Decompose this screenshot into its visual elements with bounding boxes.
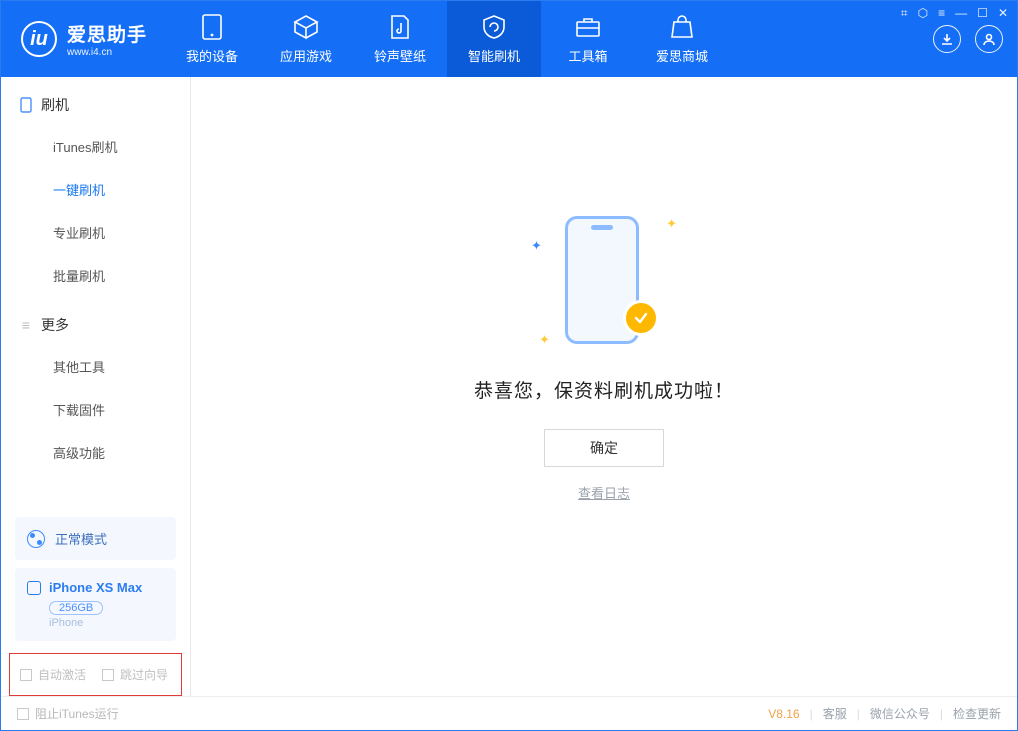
main-tabs: 我的设备 应用游戏 铃声壁纸 智能刷机 工具箱 爱思商城 [165, 1, 933, 77]
sparkle-icon: ✦ [539, 332, 550, 348]
logo-url: www.i4.cn [67, 47, 147, 58]
section-title: 更多 [41, 315, 69, 335]
tab-store[interactable]: 爱思商城 [635, 1, 729, 77]
tshirt-icon[interactable]: ⬡ [918, 6, 928, 21]
sidebar-item-oneclick-flash[interactable]: 一键刷机 [1, 168, 190, 211]
device-icon [199, 14, 225, 40]
minimize-icon[interactable]: — [955, 6, 967, 21]
tab-label: 爱思商城 [656, 46, 708, 65]
list-icon: ≡ [19, 318, 33, 332]
support-link[interactable]: 客服 [823, 705, 847, 722]
version-label: V8.16 [768, 707, 799, 721]
mode-icon [27, 530, 45, 548]
tab-my-device[interactable]: 我的设备 [165, 1, 259, 77]
logo-title: 爱思助手 [67, 20, 147, 47]
sidebar-section-flash: 刷机 [1, 95, 190, 125]
tab-label: 智能刷机 [468, 46, 520, 65]
cube-icon [293, 14, 319, 40]
view-log-link[interactable]: 查看日志 [578, 483, 630, 502]
footer: 阻止iTunes运行 V8.16 | 客服 | 微信公众号 | 检查更新 [1, 696, 1017, 730]
checkbox-label: 跳过向导 [120, 666, 168, 683]
sidebar-item-itunes-flash[interactable]: iTunes刷机 [1, 125, 190, 168]
download-icon[interactable] [933, 25, 961, 53]
bag-icon [669, 14, 695, 40]
tab-label: 我的设备 [186, 46, 238, 65]
checkbox-label: 自动激活 [38, 666, 86, 683]
sidebar-item-batch-flash[interactable]: 批量刷机 [1, 254, 190, 297]
shield-refresh-icon [481, 14, 507, 40]
sidebar-section-more: ≡ 更多 [1, 315, 190, 345]
music-file-icon [387, 14, 413, 40]
device-type: iPhone [49, 617, 164, 629]
device-storage-badge: 256GB [49, 601, 103, 615]
logo: iu 爱思助手 www.i4.cn [1, 1, 165, 77]
checkbox-block-itunes[interactable]: 阻止iTunes运行 [17, 705, 119, 722]
window-controls: ⌗ ⬡ ≡ — ☐ ✕ [901, 6, 1008, 21]
tab-smart-flash[interactable]: 智能刷机 [447, 1, 541, 77]
phone-small-icon [19, 98, 33, 112]
check-badge-icon [623, 300, 659, 336]
main-content: ✦ ✦ ✦ 恭喜您，保资料刷机成功啦！ 确定 查看日志 [191, 77, 1017, 696]
checkbox-skip-guide[interactable]: 跳过向导 [102, 666, 168, 683]
close-icon[interactable]: ✕ [998, 6, 1008, 21]
tab-toolbox[interactable]: 工具箱 [541, 1, 635, 77]
wechat-link[interactable]: 微信公众号 [870, 705, 930, 722]
tab-label: 铃声壁纸 [374, 46, 426, 65]
user-icon[interactable] [975, 25, 1003, 53]
sparkle-icon: ✦ [666, 216, 677, 232]
mode-card[interactable]: 正常模式 [15, 517, 176, 560]
tab-label: 工具箱 [569, 46, 608, 65]
mode-label: 正常模式 [55, 529, 107, 548]
device-name: iPhone XS Max [49, 580, 142, 595]
tab-ringtones-wallpapers[interactable]: 铃声壁纸 [353, 1, 447, 77]
success-message: 恭喜您，保资料刷机成功啦！ [474, 376, 734, 403]
menu-icon[interactable]: ≡ [938, 6, 945, 21]
tab-label: 应用游戏 [280, 46, 332, 65]
success-illustration: ✦ ✦ ✦ [549, 212, 659, 352]
logo-mark: iu [21, 21, 57, 57]
sidebar-item-pro-flash[interactable]: 专业刷机 [1, 211, 190, 254]
maximize-icon[interactable]: ☐ [977, 6, 988, 21]
ok-button[interactable]: 确定 [544, 429, 664, 467]
qr-icon[interactable]: ⌗ [901, 6, 908, 21]
sidebar-item-other-tools[interactable]: 其他工具 [1, 345, 190, 388]
checkbox-label: 阻止iTunes运行 [35, 705, 119, 722]
toolbox-icon [575, 14, 601, 40]
sparkle-icon: ✦ [531, 238, 542, 254]
tab-apps-games[interactable]: 应用游戏 [259, 1, 353, 77]
device-card[interactable]: iPhone XS Max 256GB iPhone [15, 568, 176, 641]
checkbox-auto-activate[interactable]: 自动激活 [20, 666, 86, 683]
device-small-icon [27, 581, 41, 595]
options-highlight-box: 自动激活 跳过向导 [9, 653, 182, 696]
check-update-link[interactable]: 检查更新 [953, 705, 1001, 722]
header: iu 爱思助手 www.i4.cn 我的设备 应用游戏 铃声壁纸 智能刷机 [1, 1, 1017, 77]
sidebar-item-advanced[interactable]: 高级功能 [1, 431, 190, 474]
sidebar: 刷机 iTunes刷机 一键刷机 专业刷机 批量刷机 ≡ 更多 其他工具 下载固… [1, 77, 191, 696]
sidebar-item-download-firmware[interactable]: 下载固件 [1, 388, 190, 431]
section-title: 刷机 [41, 95, 69, 115]
